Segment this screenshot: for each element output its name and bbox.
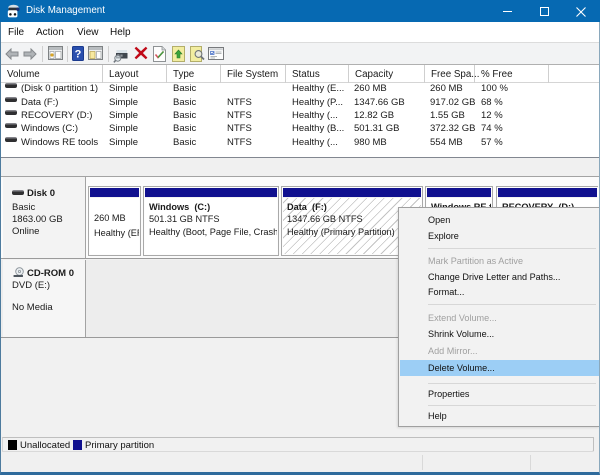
svg-text:?: ? bbox=[75, 49, 82, 61]
